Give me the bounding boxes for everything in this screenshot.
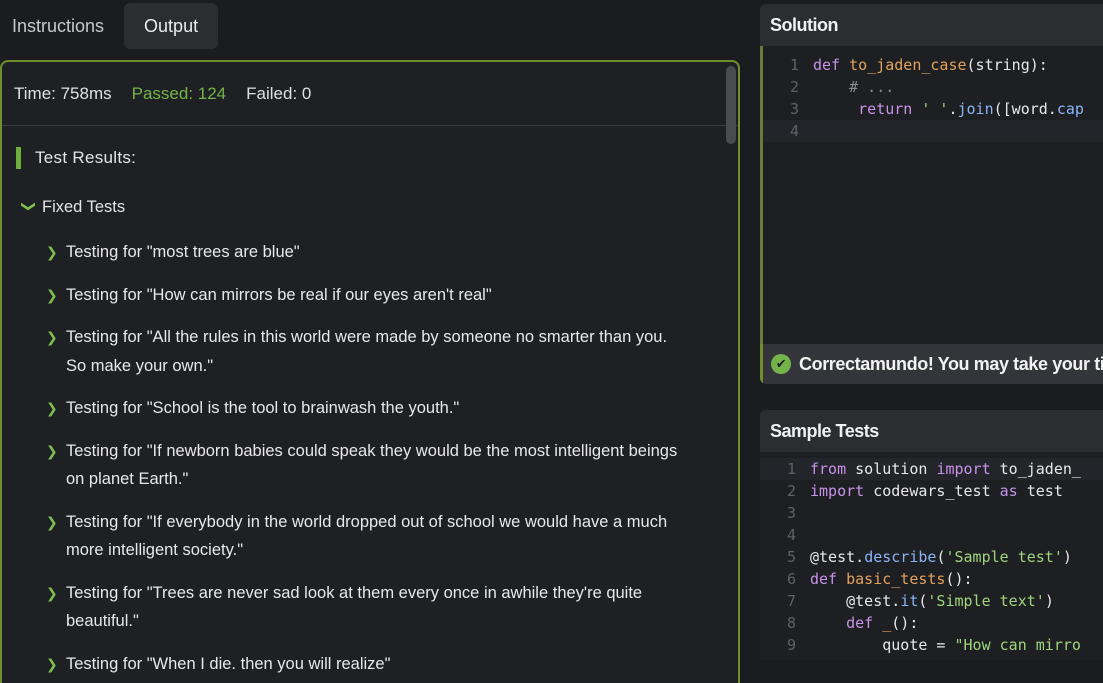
chevron-right-icon: ❯ — [46, 655, 58, 672]
line-number: 3 — [789, 100, 799, 118]
test-item[interactable]: ❯ Testing for "If newborn babies could s… — [46, 437, 686, 494]
check-circle-icon: ✔ — [771, 354, 791, 374]
test-item[interactable]: ❯ Testing for "All the rules in this wor… — [46, 323, 686, 380]
line-number: 4 — [789, 122, 799, 140]
code-text: def basic_tests(): — [810, 570, 973, 588]
code-line: 5 @test.describe('Sample test') — [760, 546, 1103, 568]
code-line: 1 from solution import to_jaden_ — [760, 458, 1103, 480]
code-line: 7 @test.it('Simple text') — [760, 590, 1103, 612]
test-item[interactable]: ❯ Testing for "If everybody in the world… — [46, 508, 686, 565]
chevron-down-icon: ❯ — [21, 200, 38, 212]
code-text: @test.describe('Sample test') — [810, 548, 1072, 566]
test-label: Testing for "most trees are blue" — [66, 243, 300, 261]
output-pane: Time: 758ms Passed: 124 Failed: 0 Test R… — [0, 60, 740, 683]
panel-tabs: Instructions Output — [0, 0, 742, 54]
tab-output[interactable]: Output — [124, 3, 219, 49]
test-item[interactable]: ❯ Testing for "School is the tool to bra… — [46, 394, 686, 423]
test-group-fixed: ❯ Fixed Tests ❯ Testing for "most trees … — [16, 196, 724, 678]
chevron-right-icon: ❯ — [46, 244, 58, 260]
test-item[interactable]: ❯ Testing for "When I die. then you will… — [46, 650, 686, 679]
solution-panel: Solution 1 def to_jaden_case(string): 2 #… — [760, 4, 1103, 384]
test-label: Testing for "If newborn babies could spe… — [66, 441, 678, 489]
code-line: 3 — [760, 502, 1103, 524]
code-line-current: 4 — [763, 120, 1103, 142]
test-group-title: Fixed Tests — [42, 197, 126, 216]
code-text: # ... — [813, 78, 895, 96]
tab-instructions[interactable]: Instructions — [0, 3, 116, 49]
sample-tests-panel: Sample Tests 1 from solution import to_ja… — [760, 410, 1103, 660]
test-group-header[interactable]: ❯ Fixed Tests — [18, 196, 724, 218]
solution-title: Solution — [760, 4, 1103, 46]
failed-stat: Failed: 0 — [246, 83, 312, 103]
line-number: 2 — [786, 482, 796, 500]
test-item[interactable]: ❯ Testing for "Trees are never sad look … — [46, 579, 686, 636]
test-label: Testing for "All the rules in this world… — [66, 328, 668, 375]
code-line: 1 def to_jaden_case(string): — [763, 54, 1103, 76]
kata-workspace: Instructions Output Time: 758ms Passed: … — [0, 0, 1103, 683]
code-line: 2 # ... — [763, 76, 1103, 98]
test-label: Testing for "When I die. then you will r… — [66, 654, 391, 673]
line-number: 2 — [789, 78, 799, 96]
solution-editor[interactable]: 1 def to_jaden_case(string): 2 # ... 3 re… — [760, 46, 1103, 346]
line-number: 1 — [789, 56, 799, 74]
chevron-right-icon: ❯ — [46, 329, 58, 345]
test-summary-bar: Time: 758ms Passed: 124 Failed: 0 — [2, 62, 738, 126]
code-text: def to_jaden_case(string): — [813, 56, 1048, 74]
test-label: Testing for "Trees are never sad look at… — [66, 583, 643, 631]
line-number: 1 — [786, 460, 796, 478]
code-text: from solution import to_jaden_ — [810, 460, 1081, 478]
test-results-title: Test Results: — [35, 148, 137, 167]
code-line: 9 quote = "How can mirro — [760, 634, 1103, 656]
sample-tests-title: Sample Tests — [760, 410, 1103, 452]
success-banner: ✔ Correctamundo! You may take your ti — [760, 344, 1103, 384]
line-number: 6 — [786, 570, 796, 588]
heading-accent-bar — [16, 147, 21, 169]
line-number: 4 — [786, 526, 796, 544]
chevron-right-icon: ❯ — [46, 584, 58, 601]
passed-stat: Passed: 124 — [131, 83, 227, 103]
test-label: Testing for "If everybody in the world d… — [66, 512, 668, 560]
code-text: quote = "How can mirro — [810, 636, 1081, 654]
test-label: Testing for "School is the tool to brain… — [66, 399, 460, 417]
code-text: import codewars_test as test — [810, 482, 1063, 500]
chevron-right-icon: ❯ — [46, 442, 58, 459]
chevron-right-icon: ❯ — [46, 286, 58, 303]
success-message: Correctamundo! You may take your ti — [799, 353, 1103, 374]
code-line: 8 def _(): — [760, 612, 1103, 634]
test-results: Test Results: ❯ Fixed Tests ❯ Testing fo… — [2, 126, 738, 683]
test-item[interactable]: ❯ Testing for "most trees are blue" — [46, 238, 686, 267]
scrollbar-thumb[interactable] — [726, 66, 736, 144]
sample-tests-editor[interactable]: 1 from solution import to_jaden_ 2 import … — [760, 452, 1103, 656]
time-stat: Time: 758ms — [14, 83, 112, 103]
test-results-heading: Test Results: — [16, 146, 724, 170]
line-number: 3 — [786, 504, 796, 522]
test-item[interactable]: ❯ Testing for "How can mirrors be real i… — [46, 281, 686, 310]
test-label: Testing for "How can mirrors be real if … — [66, 285, 492, 304]
line-number: 9 — [786, 636, 796, 654]
left-panel: Instructions Output Time: 758ms Passed: … — [0, 0, 742, 683]
code-line: 3 return ' '.join([word.cap — [763, 98, 1103, 120]
chevron-right-icon: ❯ — [46, 400, 58, 416]
code-line: 6 def basic_tests(): — [760, 568, 1103, 590]
code-line: 4 — [760, 524, 1103, 546]
line-number: 8 — [786, 614, 796, 632]
test-list: ❯ Testing for "most trees are blue" ❯ Te… — [16, 238, 724, 678]
code-text: return ' '.join([word.cap — [858, 100, 1084, 118]
code-text: @test.it('Simple text') — [810, 592, 1054, 610]
line-number: 7 — [786, 592, 796, 610]
code-line: 2 import codewars_test as test — [760, 480, 1103, 502]
chevron-right-icon: ❯ — [46, 513, 58, 530]
code-text: def _(): — [846, 614, 919, 632]
line-number: 5 — [786, 548, 796, 566]
